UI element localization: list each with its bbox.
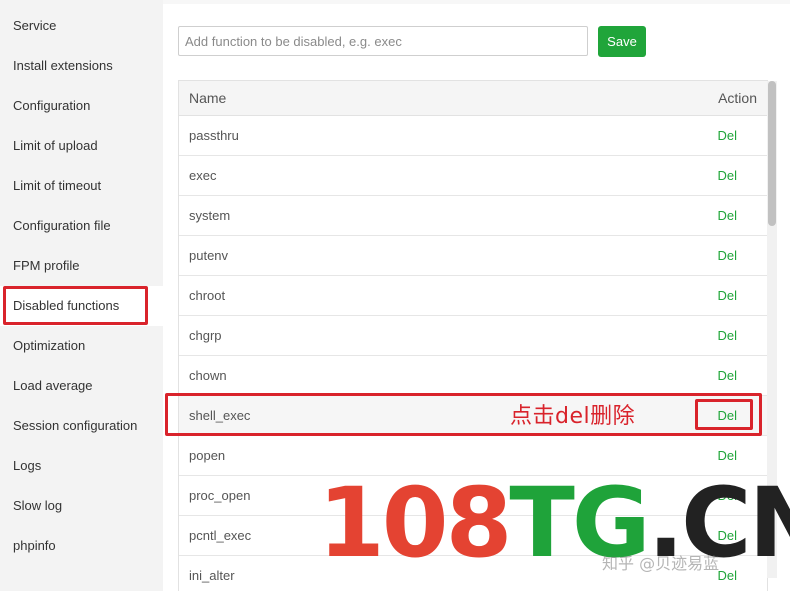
- del-highlight-box: [695, 399, 753, 430]
- table-row: passthru Del: [179, 116, 767, 156]
- sidebar-item-logs[interactable]: Logs: [0, 446, 163, 486]
- function-name: system: [189, 208, 231, 223]
- function-name: popen: [189, 448, 226, 463]
- table-row: chown Del: [179, 356, 767, 396]
- sidebar-item-load-average[interactable]: Load average: [0, 366, 163, 406]
- column-header-name: Name: [189, 90, 227, 106]
- sidebar-item-label: Configuration: [13, 98, 91, 113]
- sidebar-item-session-configuration[interactable]: Session configuration: [0, 406, 163, 446]
- function-name: ini_alter: [189, 568, 235, 583]
- sidebar-item-install-extensions[interactable]: Install extensions: [0, 46, 163, 86]
- del-link[interactable]: Del: [717, 236, 737, 276]
- del-link[interactable]: Del: [717, 316, 737, 356]
- sidebar-item-limit-of-upload[interactable]: Limit of upload: [0, 126, 163, 166]
- sidebar-highlight-box: [3, 286, 148, 325]
- sidebar-item-label: Slow log: [13, 498, 63, 513]
- function-name: passthru: [189, 128, 239, 143]
- function-name: pcntl_exec: [189, 528, 252, 543]
- table-row: putenv Del: [179, 236, 767, 276]
- function-name: proc_open: [189, 488, 251, 503]
- sidebar-item-label: Limit of upload: [13, 138, 98, 153]
- top-divider: [163, 0, 790, 4]
- sidebar-item-slow-log[interactable]: Slow log: [0, 486, 163, 526]
- sidebar-item-label: Logs: [13, 458, 42, 473]
- sidebar-item-configuration[interactable]: Configuration: [0, 86, 163, 126]
- sidebar-item-limit-of-timeout[interactable]: Limit of timeout: [0, 166, 163, 206]
- sidebar-item-fpm-profile[interactable]: FPM profile: [0, 246, 163, 286]
- scrollbar-thumb[interactable]: [768, 81, 776, 226]
- sidebar-item-label: Optimization: [13, 338, 86, 353]
- table-header: Name Action: [179, 81, 767, 116]
- sidebar-item-label: Service: [13, 18, 57, 33]
- function-name: chown: [189, 368, 227, 383]
- function-name: exec: [189, 168, 217, 183]
- del-link[interactable]: Del: [717, 116, 737, 156]
- sidebar-item-label: Limit of timeout: [13, 178, 102, 193]
- del-link[interactable]: Del: [717, 196, 737, 236]
- table-row: system Del: [179, 196, 767, 236]
- sidebar-item-label: Install extensions: [13, 58, 113, 73]
- watermark-credit: 知乎 @贝迹易蓝: [602, 554, 720, 573]
- table-row: exec Del: [179, 156, 767, 196]
- del-link[interactable]: Del: [717, 156, 737, 196]
- disable-function-input[interactable]: [178, 26, 588, 56]
- sidebar-item-configuration-file[interactable]: Configuration file: [0, 206, 163, 246]
- table-row: chroot Del: [179, 276, 767, 316]
- watermark-logo: 108TG.CN: [318, 475, 790, 571]
- annotation-text: 点击del删除: [510, 404, 636, 429]
- sidebar-item-service[interactable]: Service: [0, 6, 163, 46]
- del-link[interactable]: Del: [717, 356, 737, 396]
- sidebar-item-label: Configuration file: [13, 218, 111, 233]
- column-header-action: Action: [718, 90, 757, 106]
- row-highlight-box: [165, 393, 762, 436]
- save-button[interactable]: Save: [598, 26, 646, 57]
- function-name: chroot: [189, 288, 226, 303]
- watermark-part-108: 108: [318, 467, 512, 579]
- table-row: chgrp Del: [179, 316, 767, 356]
- sidebar-item-optimization[interactable]: Optimization: [0, 326, 163, 366]
- sidebar-item-label: phpinfo: [13, 538, 56, 553]
- function-name: chgrp: [189, 328, 222, 343]
- function-name: putenv: [189, 248, 229, 263]
- sidebar-item-label: FPM profile: [13, 258, 80, 273]
- sidebar-item-label: Load average: [13, 378, 93, 393]
- sidebar-item-phpinfo[interactable]: phpinfo: [0, 526, 163, 566]
- sidebar-item-label: Session configuration: [13, 418, 138, 433]
- del-link[interactable]: Del: [717, 276, 737, 316]
